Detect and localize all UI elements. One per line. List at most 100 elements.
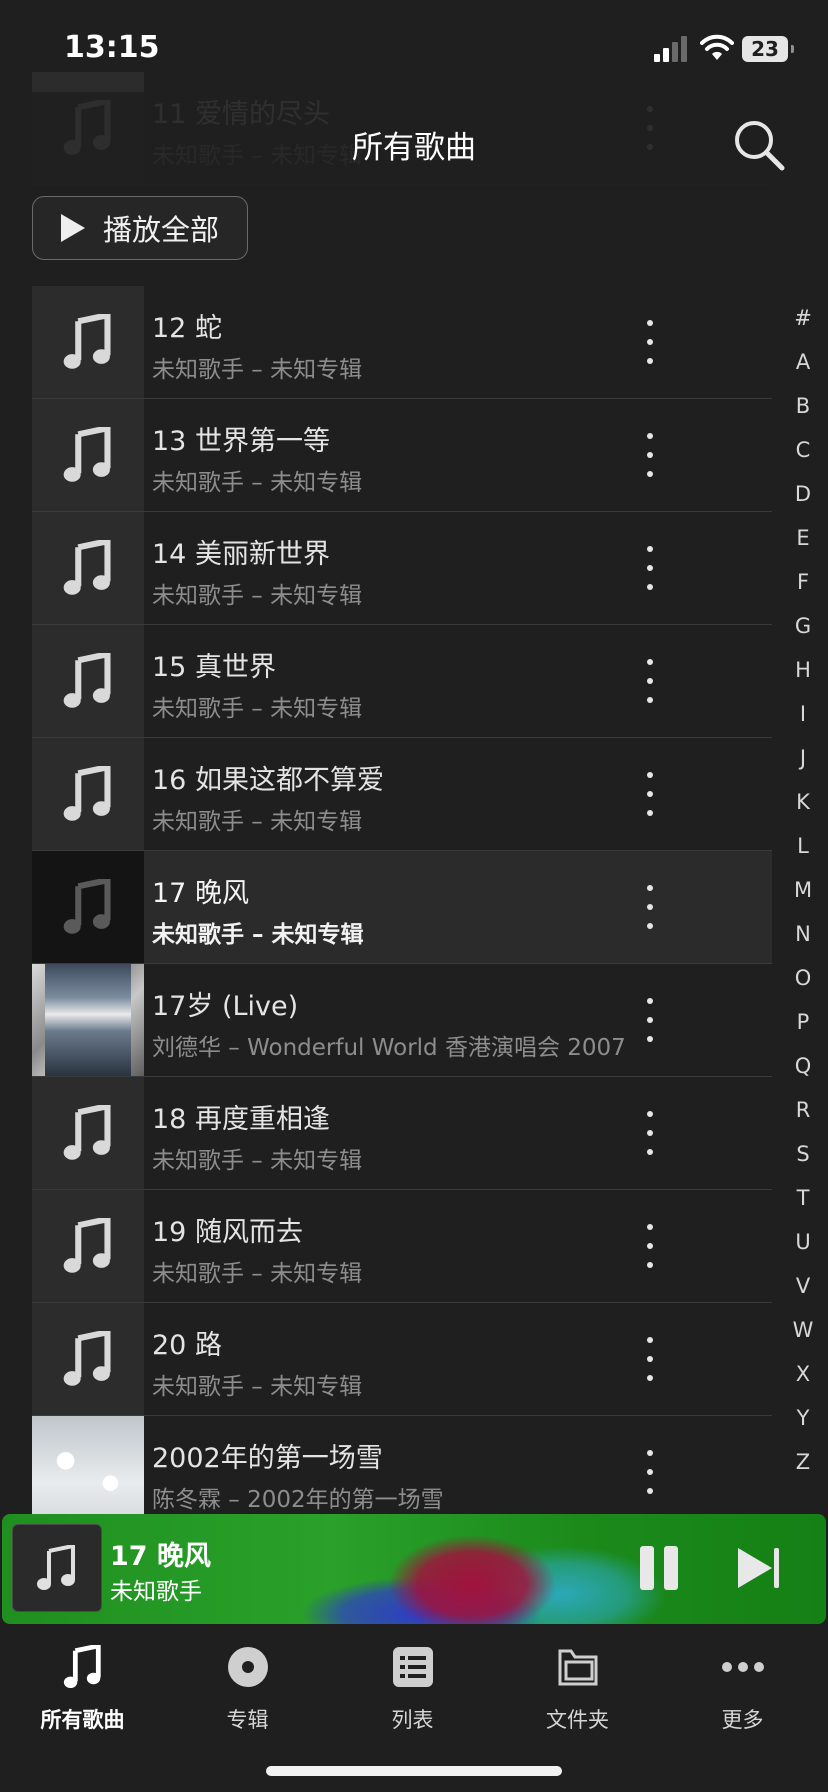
play-icon [61, 214, 85, 242]
index-letter[interactable]: Y [786, 1396, 820, 1440]
more-options-icon[interactable] [628, 881, 672, 933]
more-options-icon[interactable] [628, 542, 672, 594]
index-letter[interactable]: C [786, 428, 820, 472]
more-options-icon[interactable] [628, 1220, 672, 1272]
wifi-icon [700, 34, 734, 60]
song-row[interactable]: 13 世界第一等 未知歌手 – 未知专辑 [32, 399, 772, 512]
next-track-icon[interactable] [736, 1546, 782, 1590]
song-row[interactable]: 2002年的第一场雪陈冬霖 – 2002年的第一场雪 [32, 1416, 772, 1518]
index-letter[interactable]: V [786, 1264, 820, 1308]
song-row[interactable]: 19 随风而去未知歌手 – 未知专辑 [32, 1190, 772, 1303]
mini-player-thumbnail [12, 1524, 102, 1612]
more-horizontal-icon [721, 1662, 764, 1672]
tab-label: 文件夹 [546, 1708, 609, 1732]
song-title: 17 晚风 [152, 878, 249, 909]
music-note-icon [63, 879, 111, 934]
more-options-icon[interactable] [628, 655, 672, 707]
index-letter[interactable]: N [786, 912, 820, 956]
more-options-icon[interactable] [628, 429, 672, 481]
index-letter[interactable]: W [786, 1308, 820, 1352]
tab-label: 专辑 [226, 1708, 269, 1732]
music-note-icon [37, 1545, 75, 1590]
song-row[interactable]: 15 真世界 未知歌手 – 未知专辑 [32, 625, 772, 738]
pause-button[interactable] [638, 1546, 682, 1590]
index-letter[interactable]: U [786, 1220, 820, 1264]
index-letter[interactable]: G [786, 604, 820, 648]
tab-folders[interactable]: 文件夹 [495, 1642, 660, 1734]
music-note-icon [63, 1331, 111, 1386]
song-artist-album: 未知歌手 – 未知专辑 [152, 696, 363, 722]
play-all-label: 播放全部 [103, 213, 220, 247]
song-title: 2002年的第一场雪 [152, 1443, 383, 1474]
song-title: 17岁 (Live) [152, 991, 299, 1022]
tab-label: 所有歌曲 [40, 1708, 125, 1732]
album-cover [32, 964, 144, 1076]
song-thumbnail [32, 1190, 144, 1302]
index-letter[interactable]: X [786, 1352, 820, 1396]
song-thumbnail [32, 399, 144, 511]
index-letter[interactable]: # [786, 296, 820, 340]
mini-player[interactable]: 17 晚风 未知歌手 [2, 1514, 826, 1624]
more-options-icon[interactable] [628, 1107, 672, 1159]
song-row[interactable]: 18 再度重相逢未知歌手 – 未知专辑 [32, 1077, 772, 1190]
song-artist-album: 未知歌手 – 未知专辑 [152, 809, 363, 835]
index-letter[interactable]: J [786, 736, 820, 780]
index-letter[interactable]: S [786, 1132, 820, 1176]
list-icon [392, 1647, 433, 1687]
index-letter[interactable]: B [786, 384, 820, 428]
index-letter[interactable]: R [786, 1088, 820, 1132]
more-options-icon[interactable] [628, 994, 672, 1046]
song-artist-album: 未知歌手 – 未知专辑 [152, 583, 363, 609]
index-letter[interactable]: L [786, 824, 820, 868]
tab-all-songs[interactable]: 所有歌曲 [0, 1642, 165, 1734]
index-letter[interactable]: M [786, 868, 820, 912]
index-letter[interactable]: Q [786, 1044, 820, 1088]
index-letter[interactable]: H [786, 648, 820, 692]
index-letter[interactable]: D [786, 472, 820, 516]
alphabet-index[interactable]: # A B C D E F G H I J K L M N O P Q R S T U V W X Y Z [786, 296, 820, 1484]
song-title: 19 随风而去 [152, 1217, 303, 1248]
index-letter[interactable]: K [786, 780, 820, 824]
tab-albums[interactable]: 专辑 [165, 1642, 330, 1734]
song-row[interactable]: 17 晚风 未知歌手 – 未知专辑 [32, 851, 772, 964]
folder-icon [558, 1649, 597, 1686]
mini-player-title: 17 晚风 [110, 1541, 211, 1572]
song-row[interactable]: 20 路未知歌手 – 未知专辑 [32, 1303, 772, 1416]
status-bar: 13:15 23 [0, 0, 828, 92]
tab-more[interactable]: 更多 [660, 1642, 825, 1734]
song-title: 18 再度重相逢 [152, 1104, 330, 1135]
more-options-icon[interactable] [628, 1333, 672, 1385]
index-letter[interactable]: Z [786, 1440, 820, 1484]
more-options-icon[interactable] [628, 316, 672, 368]
song-artist-album: 未知歌手 – 未知专辑 [152, 1261, 363, 1287]
index-letter[interactable]: A [786, 340, 820, 384]
song-title: 14 美丽新世界 [152, 539, 330, 570]
index-letter[interactable]: I [786, 692, 820, 736]
index-letter[interactable]: E [786, 516, 820, 560]
index-letter[interactable]: T [786, 1176, 820, 1220]
search-icon[interactable] [732, 118, 786, 172]
tab-playlists[interactable]: 列表 [330, 1642, 495, 1734]
song-row[interactable]: 16 如果这都不算爱 未知歌手 – 未知专辑 [32, 738, 772, 851]
music-note-icon [63, 1645, 101, 1689]
song-artist-album: 未知歌手 – 未知专辑 [152, 357, 363, 383]
song-thumbnail [32, 738, 144, 850]
index-letter[interactable]: O [786, 956, 820, 1000]
song-row[interactable]: 12 蛇未知歌手 – 未知专辑 [32, 286, 772, 399]
song-title: 13 世界第一等 [152, 426, 330, 457]
song-row[interactable]: 14 美丽新世界未知歌手 – 未知专辑 [32, 512, 772, 625]
index-letter[interactable]: F [786, 560, 820, 604]
song-artist-album: 未知歌手 – 未知专辑 [152, 1148, 363, 1174]
index-letter[interactable]: P [786, 1000, 820, 1044]
music-note-icon [63, 427, 111, 482]
song-thumbnail [32, 625, 144, 737]
song-row[interactable]: 17岁 (Live) 刘德华 – Wonderful World 香港演唱会 20… [32, 964, 772, 1077]
page-title: 所有歌曲 [352, 130, 476, 166]
more-options-icon[interactable] [628, 1446, 672, 1498]
song-artist-album: 陈冬霖 – 2002年的第一场雪 [152, 1487, 444, 1513]
play-all-button[interactable]: 播放全部 [32, 196, 248, 260]
song-artist-album: 未知歌手 – 未知专辑 [152, 1374, 363, 1400]
disc-icon [227, 1647, 268, 1687]
music-note-icon [63, 766, 111, 821]
more-options-icon[interactable] [628, 768, 672, 820]
